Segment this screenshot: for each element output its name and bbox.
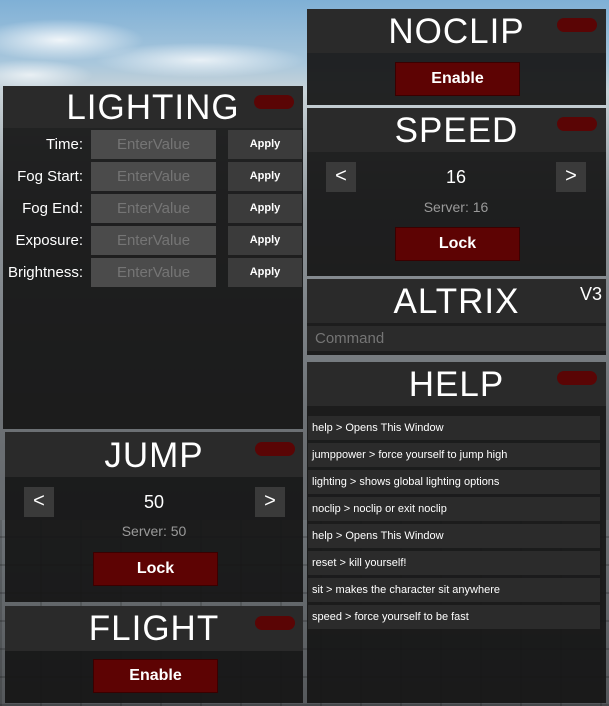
lighting-label-time: Time: — [46, 136, 83, 153]
lighting-label-brightness: Brightness: — [7, 264, 83, 281]
altrix-title: ALTRIX — [393, 282, 520, 321]
speed-increment-button[interactable]: > — [556, 162, 586, 192]
time-input[interactable] — [91, 130, 216, 159]
altrix-titlebar[interactable]: ALTRIX V3 — [307, 279, 606, 323]
fog-end-input[interactable] — [91, 194, 216, 223]
jump-server-value: Server: 50 — [121, 523, 187, 539]
noclip-close-toggle[interactable] — [557, 18, 597, 32]
noclip-panel: NOCLIP Enable — [307, 9, 606, 105]
lighting-label-exposure: Exposure: — [15, 232, 83, 249]
jump-titlebar[interactable]: JUMP — [5, 432, 303, 477]
jump-value: 50 — [143, 492, 165, 512]
help-item: noclip > noclip or exit noclip — [308, 497, 600, 521]
lighting-label-fog-end: Fog End: — [22, 200, 83, 217]
speed-panel: SPEED < 16 > Server: 16 Lock — [307, 108, 606, 276]
flight-close-toggle[interactable] — [255, 616, 295, 630]
command-input[interactable] — [307, 326, 606, 351]
fog-start-apply-button[interactable]: Apply — [228, 162, 302, 191]
brightness-apply-button[interactable]: Apply — [228, 258, 302, 287]
help-item: jumppower > force yourself to jump high — [308, 443, 600, 467]
brightness-input[interactable] — [91, 258, 216, 287]
jump-decrement-button[interactable]: < — [24, 487, 54, 517]
fog-end-apply-button[interactable]: Apply — [228, 194, 302, 223]
speed-close-toggle[interactable] — [557, 117, 597, 131]
noclip-titlebar[interactable]: NOCLIP — [307, 9, 606, 53]
flight-titlebar[interactable]: FLIGHT — [5, 606, 303, 651]
help-item: help > Opens This Window — [308, 524, 600, 548]
help-item: reset > kill yourself! — [308, 551, 600, 575]
speed-decrement-button[interactable]: < — [326, 162, 356, 192]
jump-panel: JUMP < 50 > Server: 50 Lock — [5, 432, 303, 602]
help-item: speed > force yourself to be fast — [308, 605, 600, 629]
help-item: sit > makes the character sit anywhere — [308, 578, 600, 602]
help-item: lighting > shows global lighting options — [308, 470, 600, 494]
fog-start-input[interactable] — [91, 162, 216, 191]
speed-server-value: Server: 16 — [423, 199, 489, 215]
speed-lock-button[interactable]: Lock — [395, 227, 520, 261]
altrix-version: V3 — [580, 284, 603, 304]
speed-titlebar[interactable]: SPEED — [307, 108, 606, 152]
jump-lock-button[interactable]: Lock — [93, 552, 218, 586]
help-close-toggle[interactable] — [557, 371, 597, 385]
flight-panel: FLIGHT Enable — [5, 606, 303, 703]
help-titlebar[interactable]: HELP — [307, 362, 606, 406]
time-apply-button[interactable]: Apply — [228, 130, 302, 159]
noclip-enable-button[interactable]: Enable — [395, 62, 520, 96]
jump-increment-button[interactable]: > — [255, 487, 285, 517]
lighting-label-fog-start: Fog Start: — [17, 168, 83, 185]
speed-value: 16 — [445, 167, 467, 187]
flight-enable-button[interactable]: Enable — [93, 659, 218, 693]
altrix-panel: ALTRIX V3 — [307, 279, 606, 355]
exposure-apply-button[interactable]: Apply — [228, 226, 302, 255]
exposure-input[interactable] — [91, 226, 216, 255]
help-item: help > Opens This Window — [308, 416, 600, 440]
lighting-close-toggle[interactable] — [254, 95, 294, 109]
lighting-titlebar[interactable]: LIGHTING — [3, 86, 303, 128]
jump-close-toggle[interactable] — [255, 442, 295, 456]
